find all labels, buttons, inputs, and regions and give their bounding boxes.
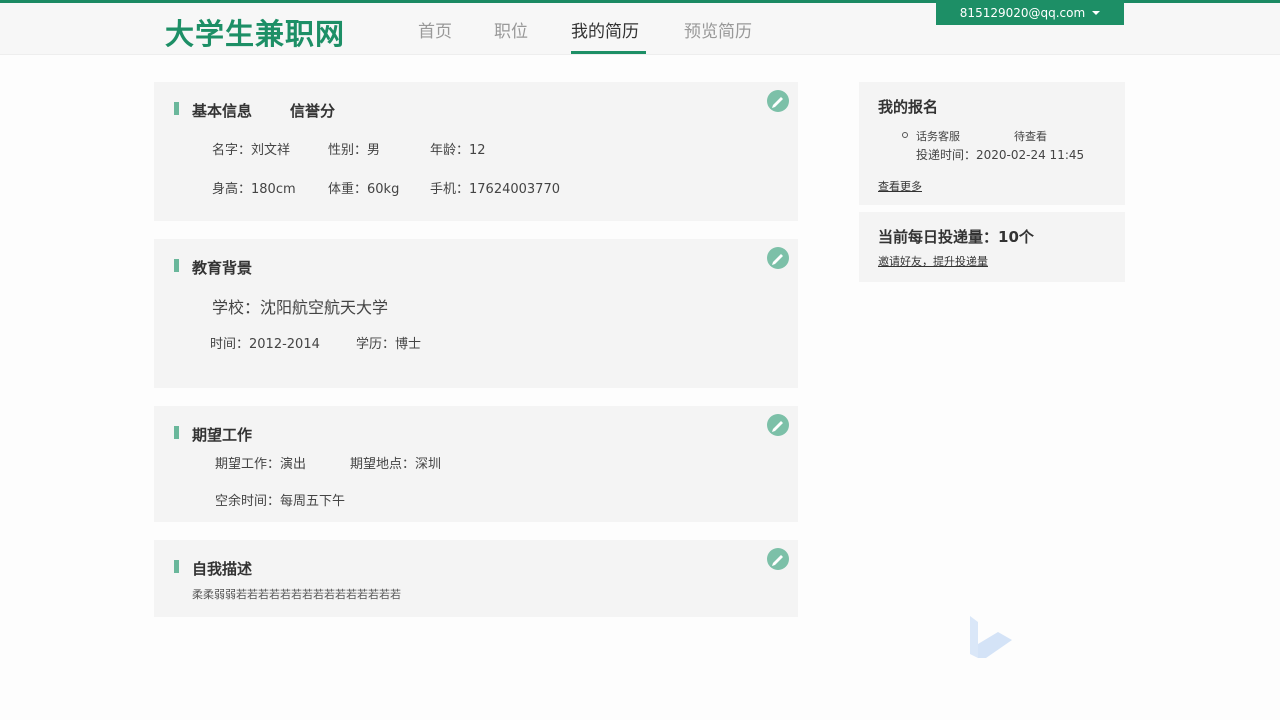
user-menu-button[interactable]: 815129020@qq.com (936, 0, 1124, 25)
edit-icon[interactable] (766, 246, 790, 270)
basic-info-card: 基本信息 信誉分 名字：刘文祥 性别：男 年龄：12 身高：180cm 体重：6… (154, 82, 798, 221)
study-time-field: 时间：2012-2014 (210, 337, 320, 352)
application-time: 投递时间：2020-02-24 11:45 (916, 148, 1085, 162)
my-applications-title: 我的报名 (878, 98, 939, 116)
self-description-title: 自我描述 (192, 560, 253, 578)
self-description-text: 柔柔弱弱若若若若若若若若若若若若若若若 (192, 588, 401, 601)
basic-info-title: 基本信息 (192, 102, 253, 120)
height-field: 身高：180cm (212, 182, 296, 197)
edit-icon[interactable] (766, 89, 790, 113)
section-marker (174, 560, 179, 573)
gender-field: 性别：男 (328, 143, 381, 158)
daily-quota-title: 当前每日投递量：10个 (878, 228, 1034, 246)
section-marker (174, 426, 179, 439)
phone-field: 手机：17624003770 (430, 182, 560, 197)
weight-field: 体重：60kg (328, 182, 400, 197)
active-nav-underline (571, 51, 646, 54)
job-field: 期望工作：演出 (215, 457, 307, 472)
logo-watermark-icon (970, 616, 1012, 658)
nav-my-resume[interactable]: 我的简历 (571, 17, 639, 42)
credit-score-label: 信誉分 (290, 102, 336, 120)
name-field: 名字：刘文祥 (212, 143, 291, 158)
edit-icon[interactable] (766, 413, 790, 437)
user-email: 815129020@qq.com (959, 5, 1086, 20)
application-status: 待查看 (1014, 130, 1047, 143)
age-field: 年龄：12 (430, 143, 486, 158)
invite-friends-link[interactable]: 邀请好友，提升投递量 (878, 253, 988, 269)
expected-job-title: 期望工作 (192, 426, 253, 444)
expected-job-card: 期望工作 期望工作：演出 期望地点：深圳 空余时间：每周五下午 (154, 406, 798, 522)
caret-down-icon (1092, 10, 1101, 15)
location-field: 期望地点：深圳 (350, 457, 442, 472)
self-description-card: 自我描述 柔柔弱弱若若若若若若若若若若若若若若若 (154, 540, 798, 617)
daily-quota-card: 当前每日投递量：10个 邀请好友，提升投递量 (859, 212, 1125, 282)
edit-icon[interactable] (766, 547, 790, 571)
degree-field: 学历：博士 (356, 337, 422, 352)
nav-jobs[interactable]: 职位 (494, 17, 528, 42)
school-field: 学校：沈阳航空航天大学 (212, 298, 389, 317)
education-card: 教育背景 学校：沈阳航空航天大学 时间：2012-2014 学历：博士 (154, 239, 798, 388)
section-marker (174, 102, 179, 115)
nav-preview-resume[interactable]: 预览简历 (684, 17, 752, 42)
my-applications-card: 我的报名 话务客服 待查看 投递时间：2020-02-24 11:45 查看更多 (859, 82, 1125, 205)
site-logo[interactable]: 大学生兼职网 (165, 11, 345, 53)
free-time-field: 空余时间：每周五下午 (215, 494, 346, 509)
nav-home[interactable]: 首页 (418, 17, 452, 42)
education-title: 教育背景 (192, 259, 253, 277)
section-marker (174, 259, 179, 272)
list-bullet-icon (902, 132, 908, 138)
application-job[interactable]: 话务客服 (916, 128, 960, 144)
view-more-link[interactable]: 查看更多 (878, 178, 922, 194)
